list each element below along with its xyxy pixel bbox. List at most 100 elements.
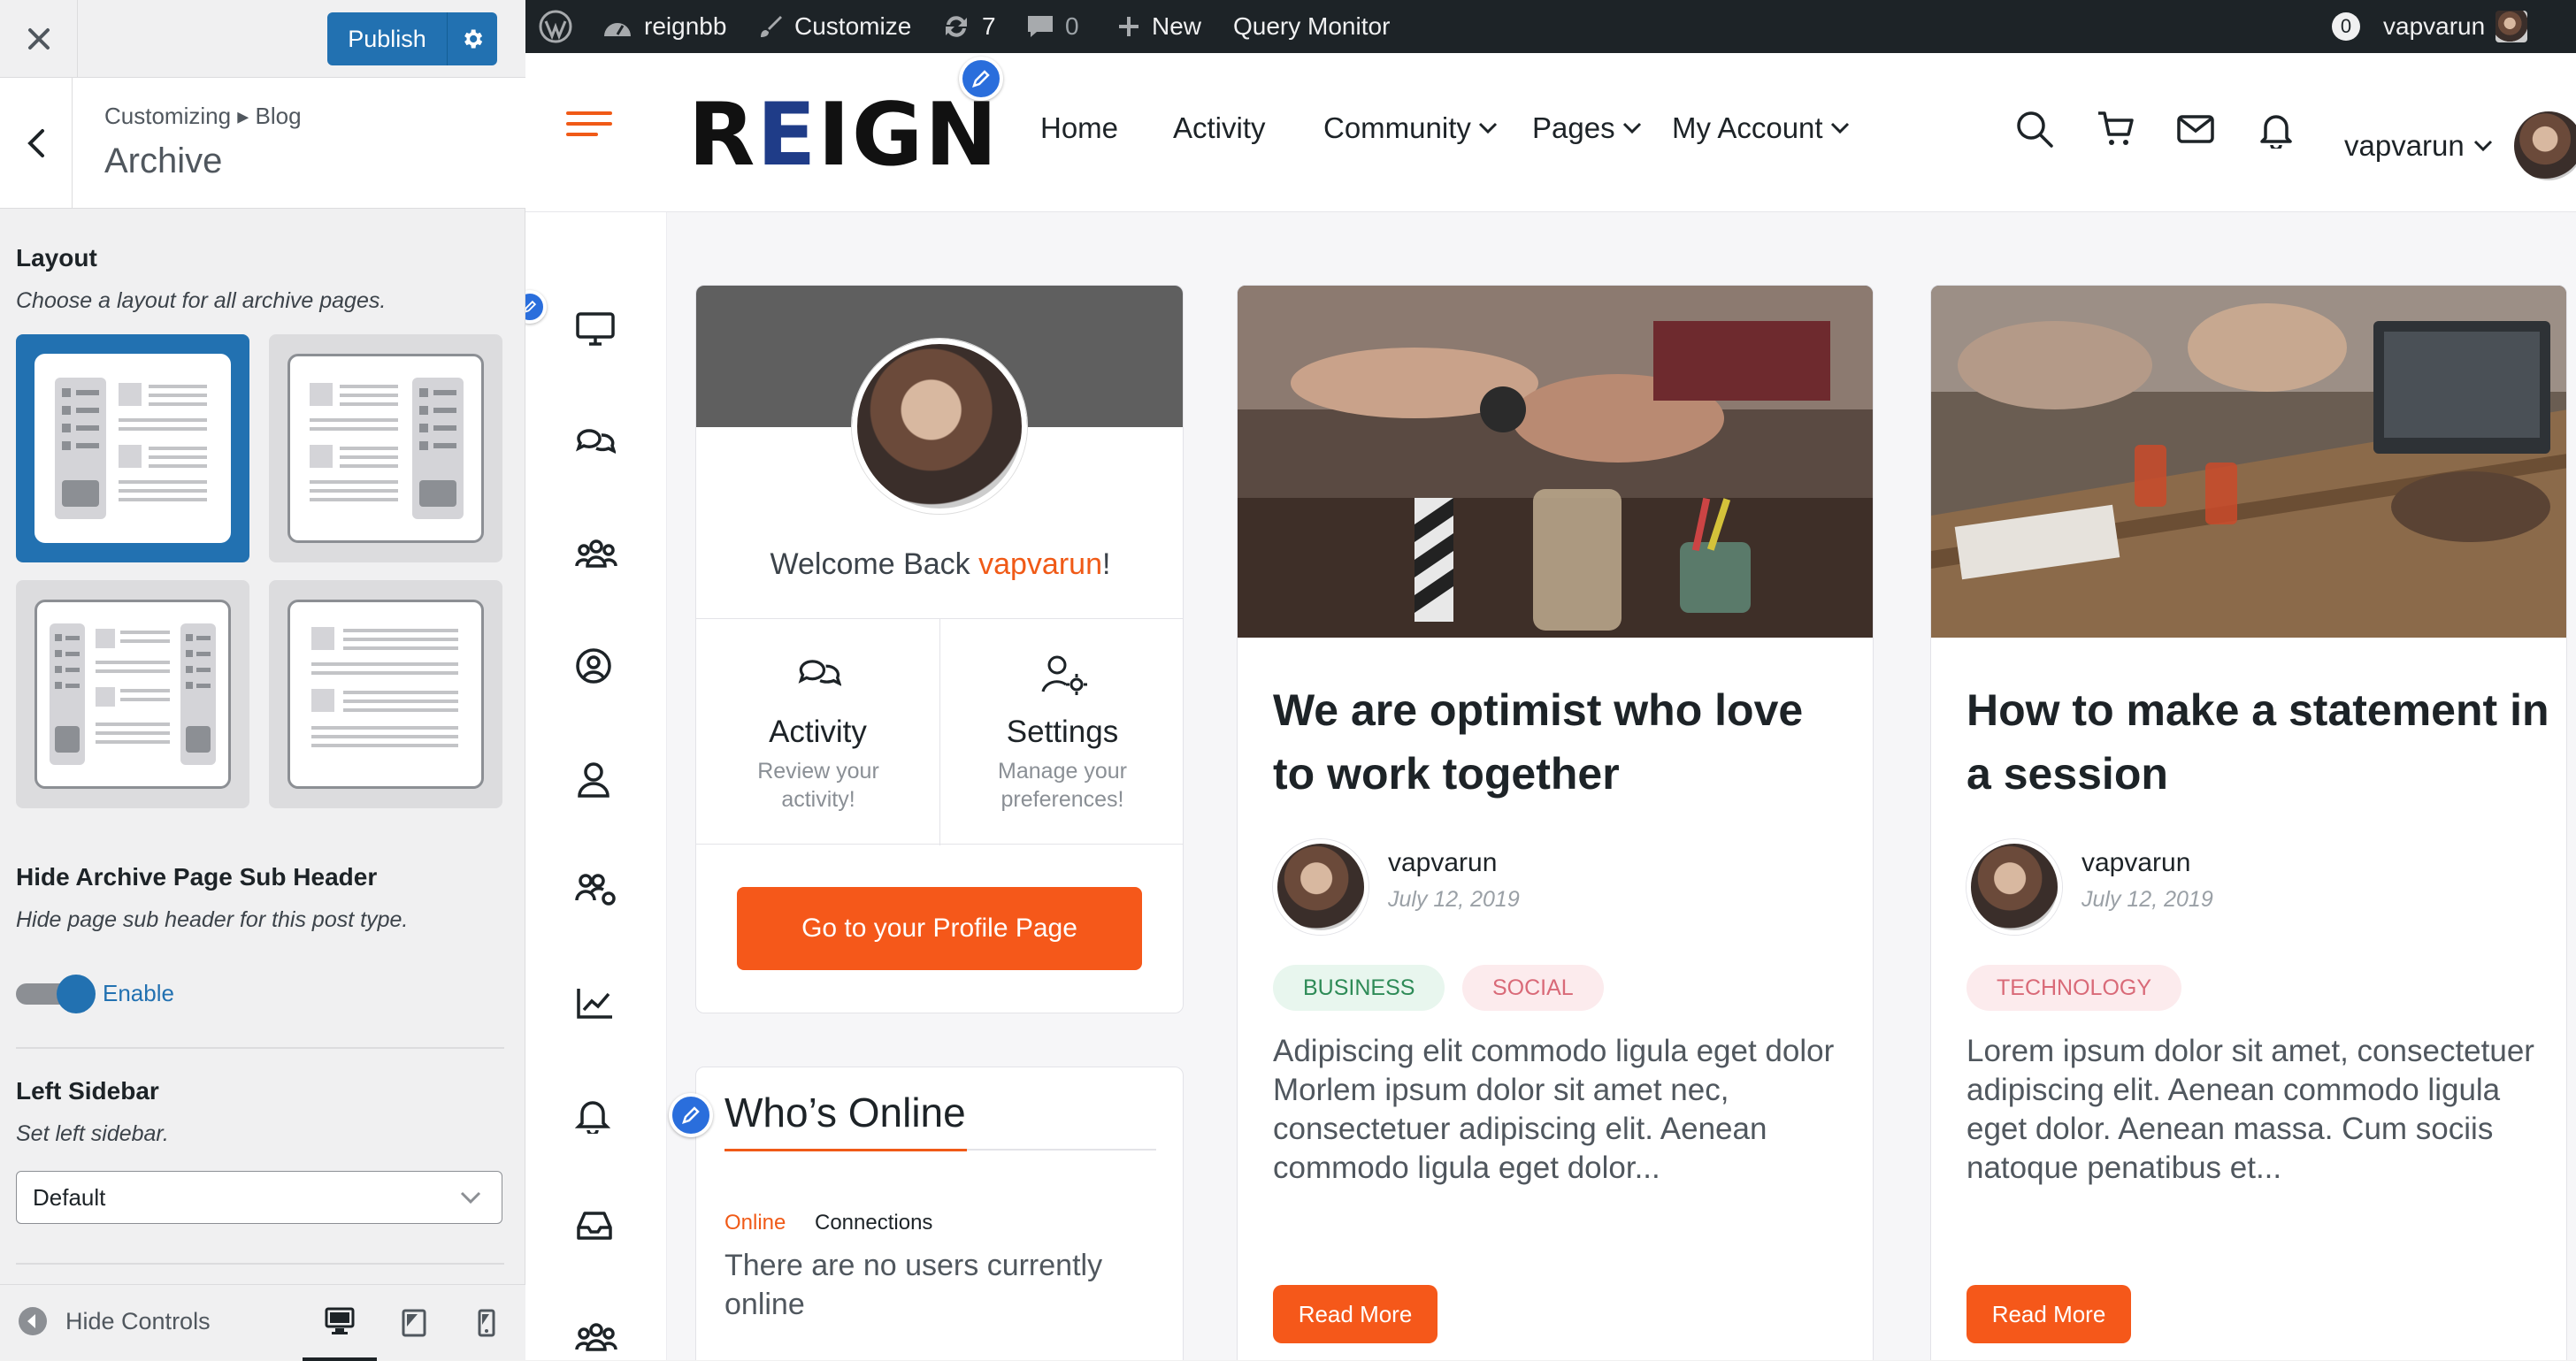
site-header: REIGN Home Activity Community Pages My A… xyxy=(525,53,2576,212)
profile-page-button[interactable]: Go to your Profile Page xyxy=(737,887,1142,970)
post-title[interactable]: How to make a statement in a session xyxy=(1966,678,2550,806)
my-account-menu[interactable]: vapvarun xyxy=(2383,0,2528,53)
post-featured-image[interactable] xyxy=(1931,286,2566,638)
tab-connections[interactable]: Connections xyxy=(815,1211,932,1235)
desktop-icon xyxy=(325,1307,355,1334)
welcome-message: Welcome Back vapvarun! xyxy=(696,547,1183,582)
nav-item-activity[interactable]: Activity xyxy=(1173,111,1266,145)
post-tag-business[interactable]: BUSINESS xyxy=(1273,965,1445,1011)
publish-settings-button[interactable] xyxy=(448,12,497,65)
nav-item-pages[interactable]: Pages xyxy=(1532,111,1642,145)
notifications-menu[interactable]: 0 xyxy=(2332,0,2360,53)
user-menu[interactable]: vapvarun xyxy=(2344,111,2576,180)
hide-controls-button[interactable]: Hide Controls xyxy=(18,1306,211,1336)
toggle-label: Enable xyxy=(103,980,174,1006)
query-monitor-menu[interactable]: Query Monitor xyxy=(1233,0,1390,53)
layout-option-left-sidebar[interactable] xyxy=(16,334,249,562)
publish-button[interactable]: Publish xyxy=(327,12,448,65)
post-card: How to make a statement in a session vap… xyxy=(1930,285,2567,1360)
site-logo[interactable]: REIGN xyxy=(688,85,999,186)
sub-header-description: Hide page sub header for this post type. xyxy=(16,907,409,932)
wordpress-menu[interactable] xyxy=(538,0,573,53)
layout-label: Layout xyxy=(16,244,97,271)
plus-icon xyxy=(1119,17,1138,36)
title-accent xyxy=(724,1149,967,1151)
menu-toggle-button[interactable] xyxy=(566,110,612,138)
read-more-button[interactable]: Read More xyxy=(1273,1285,1438,1343)
chat-bubbles-icon xyxy=(576,429,616,454)
nav-item-my-account[interactable]: My Account xyxy=(1672,111,1850,145)
quick-link-settings[interactable]: Settings Manage your preferences! xyxy=(940,619,1183,845)
left-sidebar-select[interactable]: Default xyxy=(16,1171,502,1224)
mail-icon xyxy=(2177,115,2214,143)
nav-item-community[interactable]: Community xyxy=(1323,111,1498,145)
tab-online[interactable]: Online xyxy=(724,1211,786,1235)
post-tag-social[interactable]: SOCIAL xyxy=(1462,965,1604,1011)
logo-text: REIGN xyxy=(688,85,1000,186)
rail-item-user-settings[interactable] xyxy=(575,872,617,907)
updates-menu[interactable]: 7 xyxy=(941,0,996,53)
comments-menu[interactable]: 0 xyxy=(1026,0,1079,53)
sub-header-toggle[interactable] xyxy=(16,975,96,1013)
user-icon xyxy=(578,762,610,798)
quick-link-activity[interactable]: Activity Review your activity! xyxy=(696,619,940,845)
post-title[interactable]: We are optimist who love to work togethe… xyxy=(1273,678,1857,806)
messages-button[interactable] xyxy=(2176,110,2215,149)
rail-item-members[interactable] xyxy=(575,761,612,798)
edit-online-widget-shortcut[interactable] xyxy=(669,1093,713,1137)
mobile-icon xyxy=(478,1309,495,1337)
rail-item-notifications[interactable] xyxy=(575,1097,610,1134)
rail-item-forums[interactable] xyxy=(575,424,616,460)
preview-desktop-button[interactable] xyxy=(303,1285,377,1361)
user-circle-icon xyxy=(576,648,611,684)
quick-link-title: Settings xyxy=(1006,715,1119,749)
chart-line-icon xyxy=(577,989,612,1019)
nav-item-home[interactable]: Home xyxy=(1040,111,1118,145)
user-gear-icon xyxy=(1041,655,1087,695)
site-name-menu[interactable]: reignbb xyxy=(602,0,726,53)
preview-tablet-button[interactable] xyxy=(377,1285,451,1361)
rail-item-profile[interactable] xyxy=(575,647,612,684)
preview-mobile-button[interactable] xyxy=(449,1285,524,1361)
nav-label: Community xyxy=(1323,111,1471,144)
new-content-menu[interactable]: New xyxy=(1116,0,1201,53)
post-author[interactable]: vapvarun xyxy=(2082,848,2190,878)
search-button[interactable] xyxy=(2015,110,2054,149)
post-date: July 12, 2019 xyxy=(1388,887,1520,912)
author-avatar[interactable] xyxy=(1273,839,1368,935)
site-name: reignbb xyxy=(644,12,727,40)
hamburger-icon xyxy=(566,111,612,136)
notifications-button[interactable] xyxy=(2258,110,2295,149)
bell-icon xyxy=(575,1101,610,1134)
close-customizer-button[interactable] xyxy=(0,0,78,78)
welcome-suffix: ! xyxy=(1101,547,1111,581)
layout-thumbnail xyxy=(288,354,484,543)
rail-item-stats[interactable] xyxy=(575,985,614,1021)
layout-thumbnail xyxy=(34,354,231,543)
layout-option-right-sidebar[interactable] xyxy=(269,334,502,562)
rail-item-community[interactable] xyxy=(575,1319,617,1355)
quick-link-desc: Review your activity! xyxy=(757,759,879,812)
customize-label: Customize xyxy=(794,12,912,40)
quick-link-title: Activity xyxy=(769,715,867,749)
author-avatar[interactable] xyxy=(1966,839,2062,935)
cart-button[interactable] xyxy=(2097,110,2135,149)
layout-option-full-width[interactable] xyxy=(269,580,502,808)
updates-icon xyxy=(946,16,967,37)
post-featured-image[interactable] xyxy=(1238,286,1873,638)
read-more-button[interactable]: Read More xyxy=(1966,1285,2131,1343)
profile-avatar[interactable] xyxy=(852,339,1027,514)
chevron-down-icon xyxy=(1830,122,1849,134)
rail-item-dashboard[interactable] xyxy=(575,311,616,347)
close-icon xyxy=(27,28,50,50)
publish-group: Publish xyxy=(327,12,497,65)
welcome-username[interactable]: vapvarun xyxy=(978,547,1102,581)
rail-item-groups[interactable] xyxy=(575,536,617,571)
customize-menu[interactable]: Customize xyxy=(757,0,911,53)
layout-option-both-sidebars[interactable] xyxy=(16,580,249,808)
post-author[interactable]: vapvarun xyxy=(1388,848,1497,878)
rail-item-inbox[interactable] xyxy=(575,1210,614,1242)
nav-label: Activity xyxy=(1173,111,1266,144)
post-tag-technology[interactable]: TECHNOLOGY xyxy=(1966,965,2182,1011)
back-button[interactable] xyxy=(0,78,73,209)
